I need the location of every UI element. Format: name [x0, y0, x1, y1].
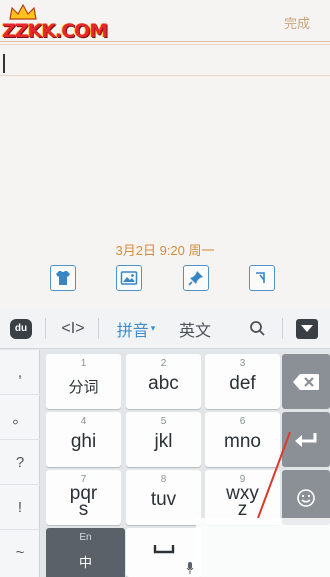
insert-image-button[interactable]	[116, 265, 142, 291]
key-9[interactable]: 9 wxy z	[205, 470, 280, 525]
du-icon: du	[10, 318, 32, 339]
logo-text: ZZKK.COM	[2, 20, 108, 42]
key-label: ghi	[70, 431, 97, 452]
crown-icon	[9, 4, 37, 20]
enter-icon	[295, 432, 317, 447]
keyboard-toolbar: du <I> 拼音 ▾ 英文	[0, 308, 330, 349]
key-2[interactable]: 2 abc	[126, 354, 201, 409]
image-icon	[120, 271, 138, 285]
caret-down-icon: ▾	[150, 323, 156, 333]
tab-english[interactable]: 英文	[175, 308, 215, 349]
pinyin-label: 拼音	[116, 322, 149, 340]
key-number: 6	[239, 416, 246, 427]
toolbar-separator	[45, 318, 46, 339]
text-cursor	[3, 54, 5, 73]
key-label: wxy z	[226, 483, 259, 520]
backspace-icon	[293, 373, 319, 390]
key-3[interactable]: 3 def	[205, 354, 280, 409]
backspace-key[interactable]	[282, 354, 330, 409]
header-divider	[0, 41, 330, 42]
note-datetime: 3月2日 9:20 周一	[115, 243, 215, 258]
key-7[interactable]: 7 pqr s	[46, 470, 121, 525]
language-switch-key[interactable]: En 中	[46, 528, 125, 577]
tab-pinyin[interactable]: 拼音 ▾	[112, 308, 160, 349]
pin-icon	[188, 271, 203, 286]
key-label: abc	[148, 373, 179, 394]
emoji-key[interactable]	[282, 470, 330, 525]
space-key[interactable]	[126, 528, 201, 577]
key-number: 1	[80, 358, 87, 369]
collapse-keyboard-icon	[296, 318, 318, 339]
search-button[interactable]	[244, 308, 270, 349]
key-1[interactable]: 1 分词	[46, 354, 121, 409]
key-6[interactable]: 6 mno	[205, 412, 280, 467]
search-icon	[249, 321, 265, 336]
key-label: pqr s	[69, 483, 98, 520]
english-label: 英文	[178, 322, 211, 340]
microphone-icon	[186, 562, 194, 574]
lang-en-label: En	[79, 532, 92, 543]
symbol-key[interactable]: ?	[0, 440, 40, 485]
key-5[interactable]: 5 jkl	[126, 412, 201, 467]
symbol-key[interactable]: 。	[0, 395, 40, 440]
key-label: tuv	[150, 489, 177, 510]
hide-keyboard-button[interactable]	[296, 308, 318, 349]
toolbar-separator	[282, 318, 283, 339]
pin-button[interactable]	[183, 265, 209, 291]
smiley-icon	[297, 488, 315, 507]
key-number: 5	[160, 416, 167, 427]
watermark-overlay	[196, 518, 330, 577]
key-4[interactable]: 4 ghi	[46, 412, 121, 467]
cursor-move-icon: <I>	[61, 319, 85, 337]
key-label: def	[229, 373, 256, 394]
key-8[interactable]: 8 tuv	[126, 470, 201, 525]
screen: ZZKK.COM 完成 3月2日 9:20 周一 du <I> 拼音 ▾ 英文 …	[0, 0, 330, 577]
cursor-move-button[interactable]: <I>	[58, 308, 88, 349]
note-line	[0, 75, 330, 76]
space-icon	[153, 545, 175, 554]
enter-key[interactable]	[282, 412, 330, 467]
lang-zh-label: 中	[78, 555, 92, 570]
reminder-button[interactable]	[249, 265, 275, 291]
note-editor[interactable]: ZZKK.COM 完成 3月2日 9:20 周一	[0, 0, 330, 308]
toolbar-separator	[98, 318, 99, 339]
baidu-ime-logo-button[interactable]: du	[8, 308, 34, 349]
key-label: 分词	[68, 379, 99, 396]
shirt-icon	[56, 271, 70, 285]
key-label: mno	[224, 431, 261, 452]
symbol-key[interactable]: ,	[0, 350, 40, 395]
clock-icon	[256, 272, 265, 283]
key-number: 2	[160, 358, 167, 369]
done-button[interactable]: 完成	[284, 13, 310, 32]
symbol-key[interactable]: ~	[0, 530, 40, 575]
symbol-column[interactable]: , 。 ? ! ~	[0, 350, 40, 577]
key-number: 3	[239, 358, 246, 369]
key-number: 8	[160, 474, 167, 485]
theme-button[interactable]	[50, 265, 76, 291]
key-number: 4	[80, 416, 87, 427]
symbol-key[interactable]: !	[0, 485, 40, 530]
note-toolbar	[0, 265, 330, 293]
site-logo: ZZKK.COM	[2, 2, 108, 46]
header-divider-2	[0, 44, 330, 45]
key-label: jkl	[154, 431, 173, 452]
